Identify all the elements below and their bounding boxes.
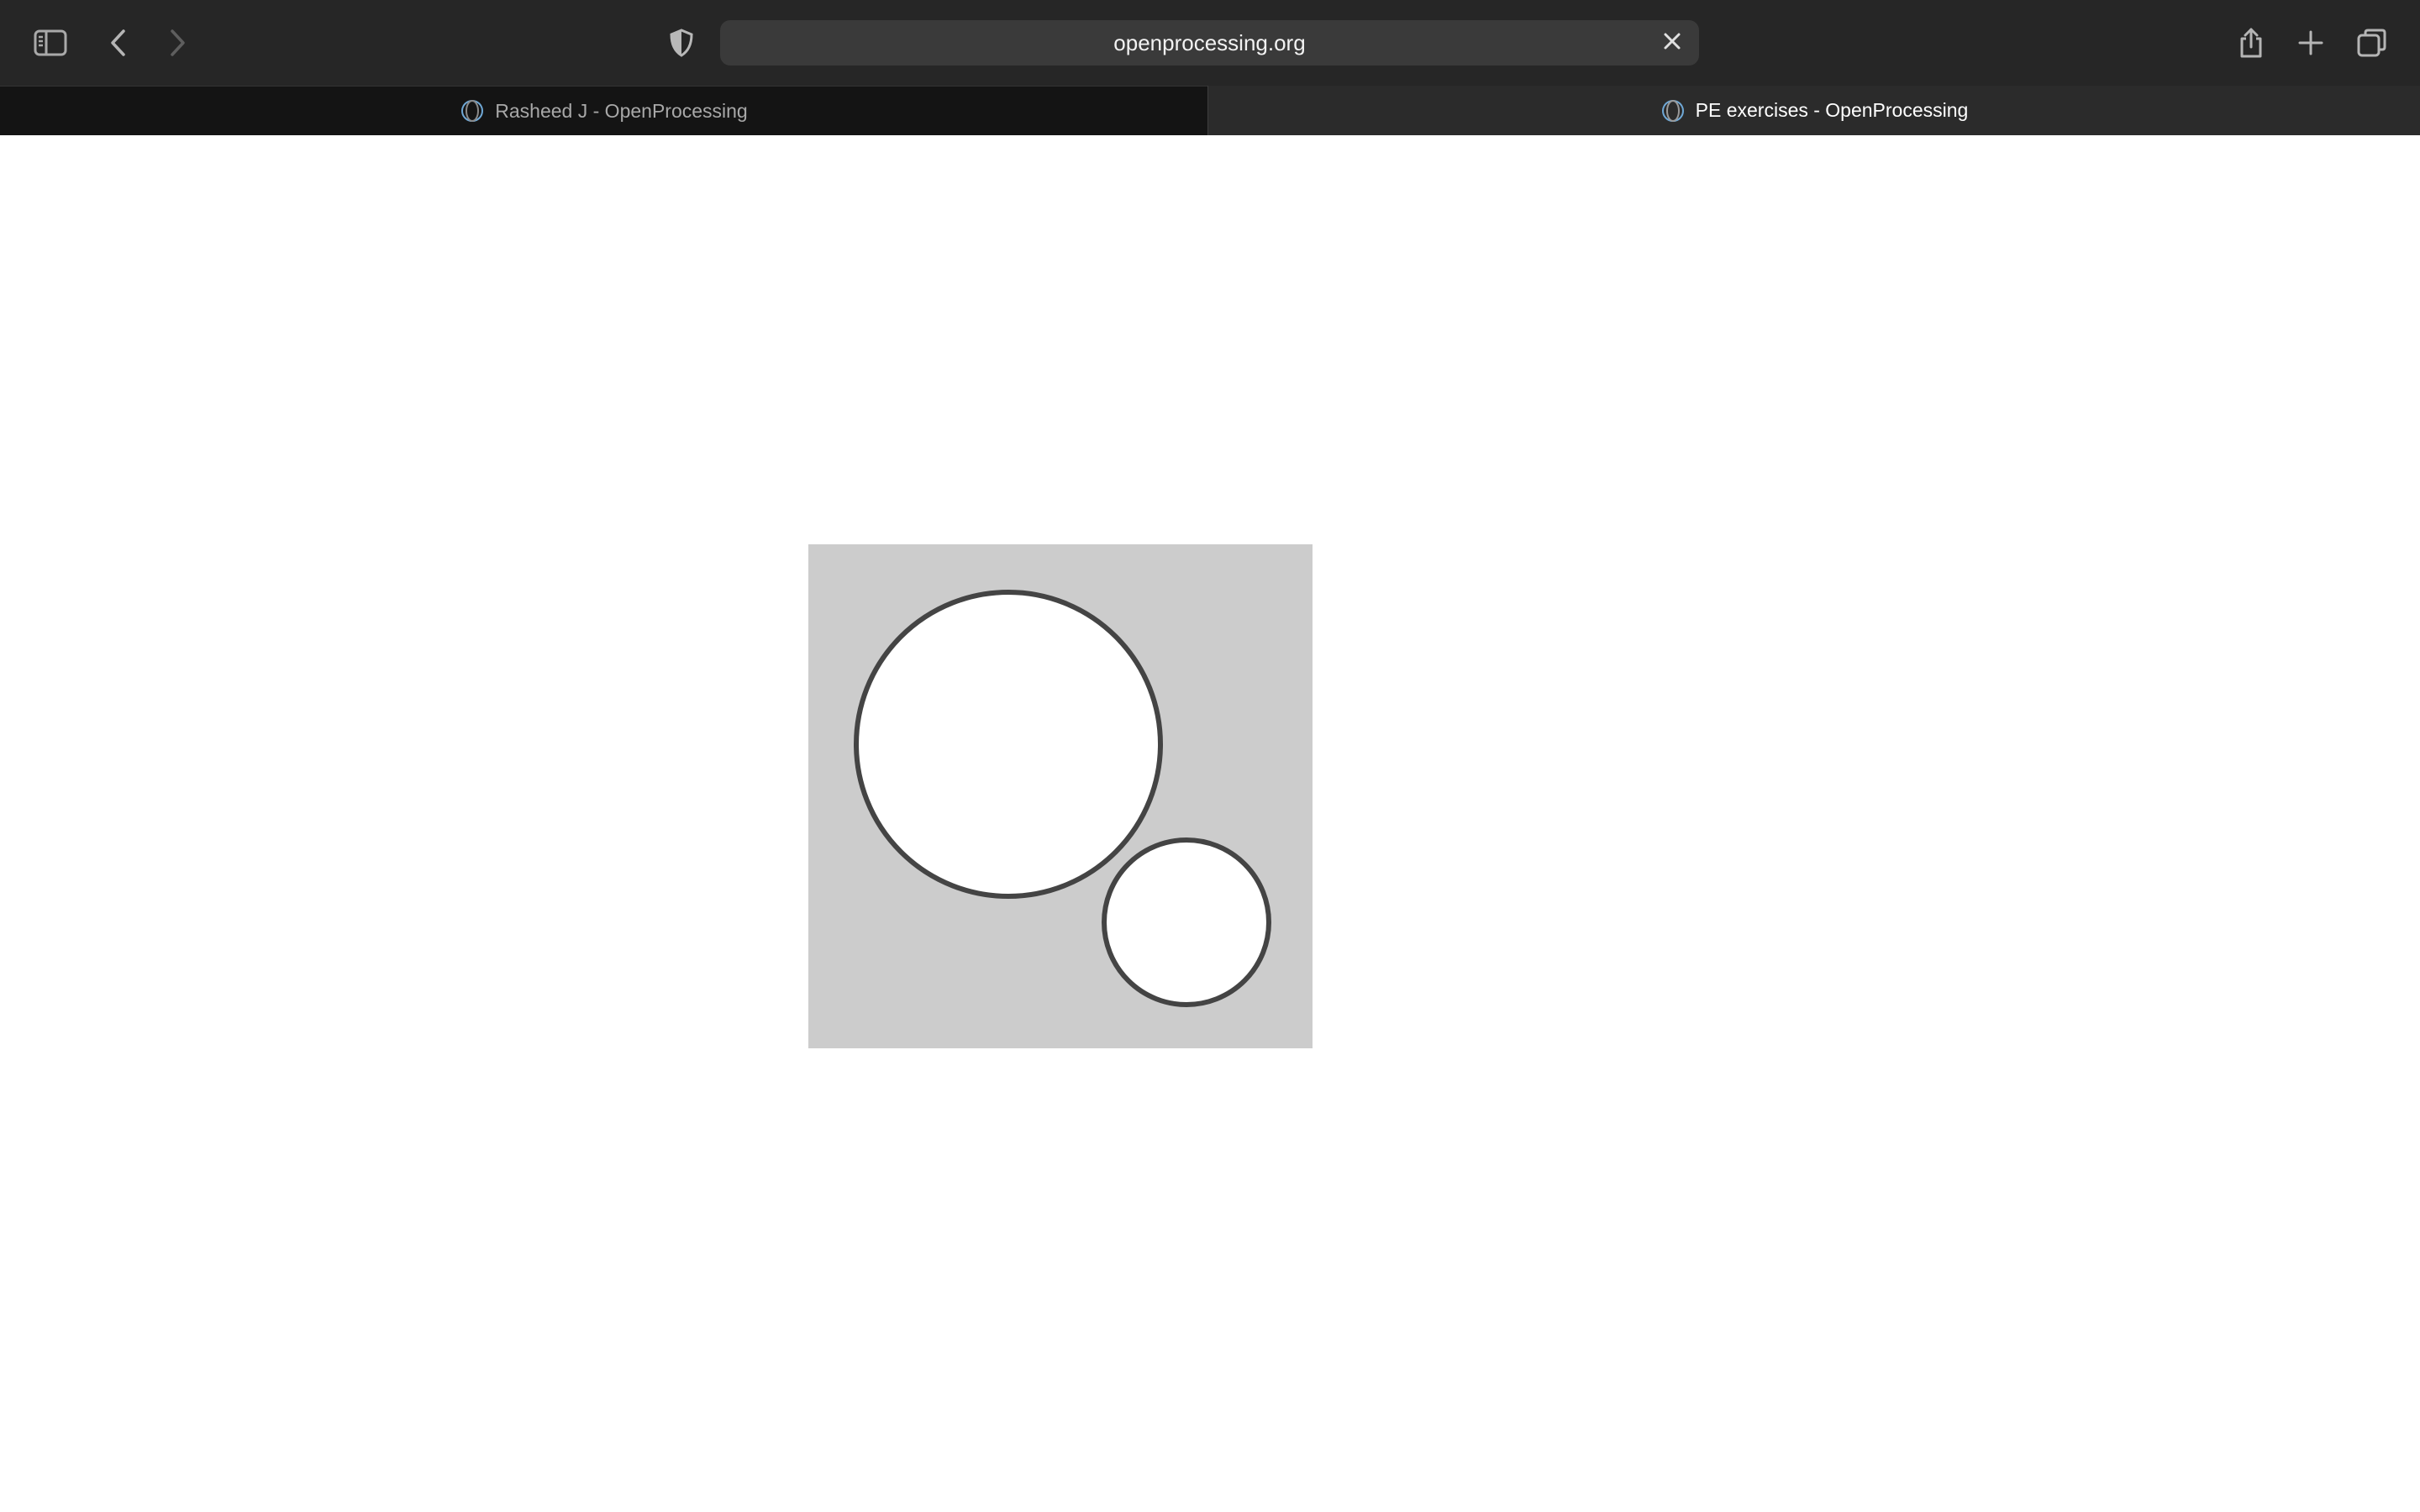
clear-address-button[interactable] [1657, 28, 1687, 58]
new-tab-button[interactable] [2286, 18, 2336, 68]
page-content [0, 135, 2420, 1512]
tab-bar: Rasheed J - OpenProcessing PE exercises … [0, 86, 2420, 135]
openprocessing-icon [460, 98, 485, 123]
small-circle [1102, 837, 1271, 1007]
address-bar[interactable]: openprocessing.org [720, 20, 1699, 66]
large-circle [854, 590, 1163, 899]
close-icon [1663, 32, 1681, 55]
back-button[interactable] [93, 18, 144, 68]
share-button[interactable] [2226, 18, 2276, 68]
sidebar-toggle-button[interactable] [25, 18, 76, 68]
address-text: openprocessing.org [1113, 30, 1306, 55]
plus-icon [2298, 30, 2323, 55]
tab-overview-button[interactable] [2347, 18, 2397, 68]
tab-pe-exercises[interactable]: PE exercises - OpenProcessing [1208, 86, 2420, 135]
chevron-right-icon [167, 29, 187, 57]
shield-icon [669, 29, 694, 57]
sketch-canvas[interactable] [808, 544, 1313, 1048]
tab-label: PE exercises - OpenProcessing [1695, 99, 1969, 121]
openprocessing-icon [1660, 98, 1686, 123]
chevron-left-icon [108, 29, 129, 57]
browser-toolbar: openprocessing.org [0, 0, 2420, 86]
privacy-report-button[interactable] [656, 18, 707, 68]
share-icon [2238, 27, 2264, 59]
tabs-icon [2357, 28, 2387, 58]
tab-rasheed-j[interactable]: Rasheed J - OpenProcessing [0, 86, 1207, 135]
tab-label: Rasheed J - OpenProcessing [495, 99, 748, 122]
sidebar-icon [34, 29, 67, 56]
forward-button[interactable] [152, 18, 203, 68]
